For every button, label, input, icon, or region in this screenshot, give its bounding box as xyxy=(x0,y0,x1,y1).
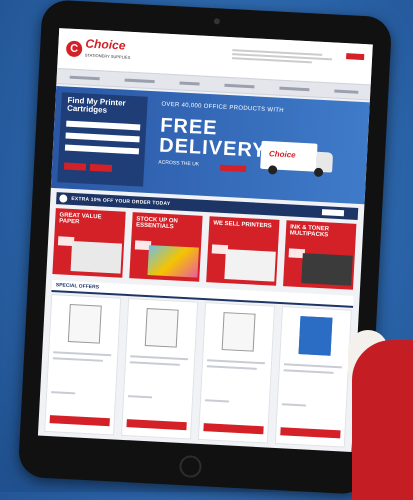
nav-item-3[interactable] xyxy=(178,80,200,85)
tile-label: GREAT VALUE PAPER xyxy=(58,212,102,226)
product-image xyxy=(144,308,179,348)
site-logo[interactable]: C Choice STATIONERY SUPPLIES xyxy=(65,36,132,63)
delivery-van: Choice xyxy=(260,140,334,178)
nav-item-4[interactable] xyxy=(223,83,255,88)
tile-paper[interactable]: GREAT VALUE PAPER xyxy=(52,208,126,278)
hero-banner: Find My Printer Cartridges OVER 40,000 O… xyxy=(50,85,370,205)
printer-image xyxy=(224,249,276,282)
product-name xyxy=(130,355,189,361)
offer-button[interactable] xyxy=(321,209,345,217)
offer-text: EXTRA 10% OFF YOUR ORDER TODAY xyxy=(71,195,171,208)
header-links xyxy=(231,47,343,67)
finder-field-type[interactable] xyxy=(65,132,140,143)
add-to-basket-button[interactable] xyxy=(203,423,264,435)
cartridge-finder: Find My Printer Cartridges xyxy=(57,92,148,187)
finder-reset-button[interactable] xyxy=(89,163,113,173)
tablet-device: C Choice STATIONERY SUPPLIES Find My Pri… xyxy=(17,0,393,495)
nav-item-2[interactable] xyxy=(124,78,155,83)
product-price xyxy=(281,403,306,407)
tile-printers[interactable]: WE SELL PRINTERS xyxy=(206,216,280,286)
add-to-basket-button[interactable] xyxy=(49,415,110,427)
product-card[interactable] xyxy=(274,306,352,448)
paper-image xyxy=(70,241,123,274)
product-card[interactable] xyxy=(121,298,199,440)
add-to-basket-button[interactable] xyxy=(126,419,187,431)
product-name xyxy=(283,369,334,374)
free-delivery-heading: FREE DELIVERY xyxy=(158,114,267,163)
logo-name: Choice STATIONERY SUPPLIES xyxy=(84,36,132,63)
product-image xyxy=(67,304,102,344)
product-name xyxy=(283,363,342,369)
stationery-image xyxy=(147,245,199,278)
van-wheel-rear xyxy=(267,165,278,175)
product-image xyxy=(221,312,256,352)
product-name xyxy=(206,365,257,370)
nav-item-1[interactable] xyxy=(69,75,100,80)
finder-field-model[interactable] xyxy=(64,144,140,155)
van-logo: Choice xyxy=(268,149,296,160)
special-offers-title: SPECIAL OFFERS xyxy=(55,282,100,291)
product-card[interactable] xyxy=(197,302,276,444)
nav-item-5[interactable] xyxy=(278,86,309,91)
tablet-screen: C Choice STATIONERY SUPPLIES Find My Pri… xyxy=(37,28,373,452)
logo-mark: C xyxy=(65,40,83,58)
hero-cta-button[interactable] xyxy=(220,164,247,173)
product-name xyxy=(53,351,112,357)
finder-field-brand[interactable] xyxy=(66,120,141,131)
toner-image xyxy=(301,253,353,286)
product-price xyxy=(204,399,230,403)
product-name xyxy=(207,359,266,365)
product-name xyxy=(52,357,103,362)
logo-tagline: STATIONERY SUPPLIES xyxy=(84,52,131,60)
tile-label: WE SELL PRINTERS xyxy=(213,220,272,230)
van-wheel-front xyxy=(313,167,324,178)
product-price xyxy=(128,395,153,399)
camera-icon xyxy=(213,18,220,25)
product-name xyxy=(129,361,180,366)
finder-go-button[interactable] xyxy=(63,162,87,171)
nav-item-6[interactable] xyxy=(333,89,358,94)
tile-ink-toner[interactable]: INK & TONER MULTIPACKS xyxy=(283,220,357,290)
promo-subline: ACROSS THE UK xyxy=(158,159,200,168)
add-to-basket-button[interactable] xyxy=(280,427,341,439)
product-price xyxy=(51,391,76,395)
tile-label: STOCK UP ON ESSENTIALS xyxy=(135,216,178,231)
product-image xyxy=(298,316,333,356)
product-card[interactable] xyxy=(44,294,122,436)
tile-label: INK & TONER MULTIPACKS xyxy=(289,224,330,239)
santa-sleeve xyxy=(352,340,413,500)
tile-essentials[interactable]: STOCK UP ON ESSENTIALS xyxy=(129,212,203,282)
home-button[interactable] xyxy=(178,454,203,479)
finder-title: Find My Printer Cartridges xyxy=(66,95,126,115)
check-icon xyxy=(59,194,68,203)
promo-headline: OVER 40,000 OFFICE PRODUCTS WITH xyxy=(161,101,285,114)
basket-button[interactable] xyxy=(346,53,365,61)
